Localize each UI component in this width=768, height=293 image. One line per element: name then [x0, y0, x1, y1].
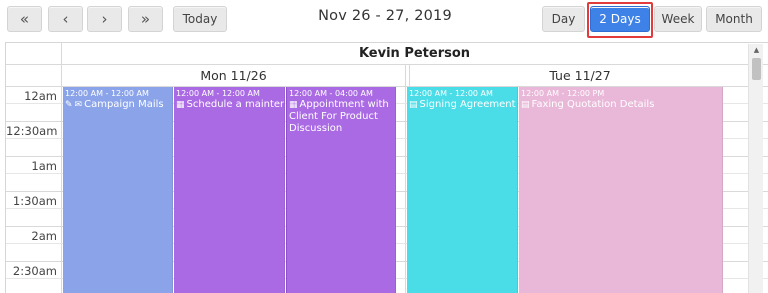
event-campaign-mails[interactable]: 12:00 AM - 12:00 AM ✎ ✉ Campaign Mails [63, 87, 173, 293]
event-signing-agreement[interactable]: 12:00 AM - 12:00 AM ▤Signing Agreement L… [407, 87, 518, 293]
day-header-mon[interactable]: Mon 11/26 [62, 65, 405, 86]
paperclip-icon: ✎ [65, 100, 73, 110]
document-icon: ▤ [521, 100, 530, 110]
event-client-appointment[interactable]: 12:00 AM - 04:00 AM ▦ Appointment with Cl… [286, 87, 396, 293]
first-page-button[interactable]: « [7, 6, 42, 32]
event-time: 12:00 AM - 12:00 AM [65, 89, 149, 98]
envelope-icon: ✉ [74, 100, 83, 110]
day-header-tue[interactable]: Tue 11/27 [410, 65, 750, 86]
time-label: 2am [31, 229, 57, 243]
time-label: 1:30am [12, 194, 57, 208]
vertical-scrollbar[interactable]: ▲ [748, 44, 763, 293]
calendar-icon: ▦ [176, 100, 185, 110]
time-label: 1am [31, 159, 57, 173]
chevron-right-icon: › [101, 10, 108, 28]
today-button[interactable]: Today [173, 6, 227, 32]
event-schedule-maintenance[interactable]: 12:00 AM - 12:00 AM ▦Schedule a maintena… [174, 87, 285, 293]
time-label: 12:30am [6, 124, 58, 138]
chevron-left-icon: ‹ [62, 10, 69, 28]
event-time: 12:00 AM - 04:00 AM [289, 89, 373, 98]
previous-button[interactable]: ‹ [48, 6, 83, 32]
double-chevron-right-icon: » [140, 10, 151, 28]
month-view-button[interactable]: Month [706, 6, 762, 32]
scroll-up-icon[interactable]: ▲ [749, 46, 764, 54]
day-view-button[interactable]: Day [542, 6, 585, 32]
highlight-box [587, 2, 653, 38]
event-subject: Faxing Quotation Details [531, 99, 655, 110]
last-page-button[interactable]: » [128, 6, 163, 32]
resource-name: Kevin Peterson [358, 46, 471, 61]
event-subject: Schedule a maintenance [186, 99, 284, 110]
event-time: 12:00 AM - 12:00 PM [521, 89, 605, 98]
week-view-button[interactable]: Week [654, 6, 702, 32]
double-chevron-left-icon: « [19, 10, 30, 28]
event-subject: Campaign Mails [84, 99, 164, 110]
scheduler-grid: Kevin Peterson Mon 11/26 Tue 11/27 12am … [5, 42, 768, 293]
calendar-icon: ▦ [289, 100, 298, 110]
date-range-title: Nov 26 - 27, 2019 [318, 8, 452, 24]
time-label: 2:30am [12, 264, 57, 278]
time-label: 12am [24, 89, 57, 103]
event-subject: Signing Agreement Letter [419, 99, 517, 110]
event-faxing-quotation[interactable]: 12:00 AM - 12:00 PM ▤ Faxing Quotation De… [519, 87, 723, 293]
document-icon: ▤ [409, 100, 418, 110]
scrollbar-thumb[interactable] [752, 58, 761, 80]
event-time: 12:00 AM - 12:00 AM [409, 89, 493, 98]
event-subject: Appointment with Client For Product Disc… [289, 99, 389, 134]
next-button[interactable]: › [87, 6, 122, 32]
event-time: 12:00 AM - 12:00 AM [176, 89, 260, 98]
